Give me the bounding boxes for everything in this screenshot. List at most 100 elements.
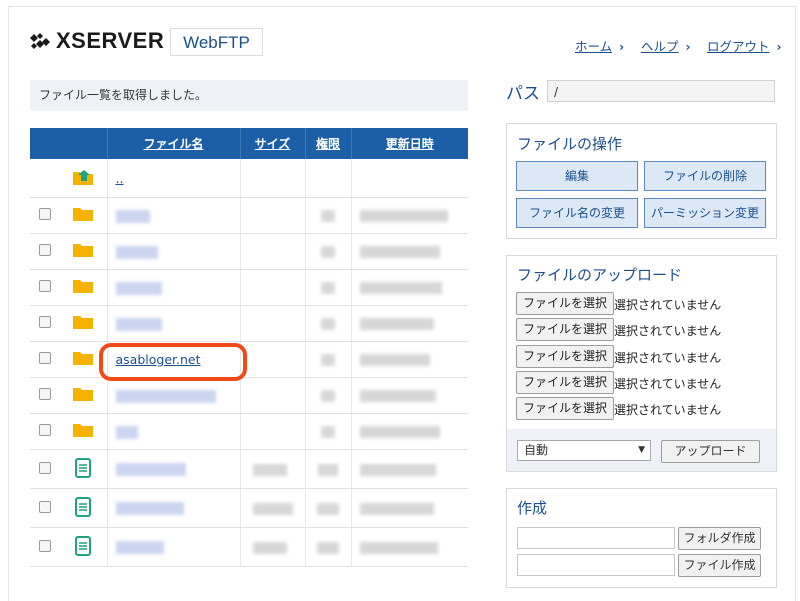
folder-icon <box>60 233 107 270</box>
redacted-filename[interactable] <box>115 317 162 331</box>
no-file-selected-label: 選択されていません <box>614 298 722 312</box>
row-checkbox[interactable] <box>39 208 51 220</box>
redacted-permission <box>321 390 335 402</box>
redacted-size <box>252 541 287 554</box>
xserver-logo-icon <box>29 33 51 51</box>
redacted-filename[interactable] <box>115 463 186 476</box>
nav-logout-link[interactable]: ログアウト › <box>707 36 781 55</box>
document-icon <box>60 449 107 489</box>
file-name-input[interactable] <box>517 554 675 576</box>
choose-file-button[interactable]: ファイルを選択 <box>516 292 615 315</box>
no-file-selected-label: 選択されていません <box>614 324 722 338</box>
redacted-permission <box>321 246 335 258</box>
document-icon <box>60 527 107 567</box>
upload-button[interactable]: アップロード <box>661 440 760 463</box>
product-name: WebFTP <box>170 28 263 56</box>
edit-button[interactable]: 編集 <box>516 161 638 191</box>
col-filename-header[interactable]: ファイル名 <box>106 128 240 159</box>
table-row[interactable] <box>30 233 468 270</box>
transfer-mode-select[interactable]: 自動 ▼ <box>517 440 651 461</box>
file-table: ファイル名 サイズ 権限 更新日時 .. asabloger.net <box>30 128 468 567</box>
redacted-date <box>359 390 436 402</box>
nav-logout-label: ログアウト <box>707 39 770 54</box>
redacted-size <box>252 502 293 515</box>
redacted-filename[interactable] <box>115 502 184 515</box>
nav-home-link[interactable]: ホーム › <box>575 36 624 55</box>
folder-icon <box>60 269 107 306</box>
table-row-parent: .. <box>30 159 468 198</box>
redacted-permission <box>321 318 335 330</box>
nav-home-label: ホーム <box>575 39 613 54</box>
rename-button[interactable]: ファイル名の変更 <box>516 198 638 228</box>
table-row-highlighted[interactable]: asabloger.net <box>30 341 468 378</box>
redacted-permission <box>321 210 335 222</box>
nav-help-link[interactable]: ヘルプ › <box>641 36 690 55</box>
no-file-selected-label: 選択されていません <box>614 351 722 365</box>
folder-icon <box>60 305 107 342</box>
table-row[interactable] <box>30 413 468 450</box>
table-header-row: ファイル名 サイズ 権限 更新日時 <box>30 128 468 159</box>
col-modified-header[interactable]: 更新日時 <box>350 128 468 159</box>
folder-icon <box>60 197 107 234</box>
row-checkbox[interactable] <box>39 280 51 292</box>
redacted-date <box>359 541 438 554</box>
create-folder-button[interactable]: フォルダ作成 <box>678 527 761 550</box>
redacted-date <box>359 246 440 258</box>
redacted-filename[interactable] <box>115 281 162 295</box>
redacted-permission <box>317 502 339 515</box>
status-message: ファイル一覧を取得しました。 <box>30 80 468 111</box>
upload-title: ファイルのアップロード <box>517 266 683 284</box>
create-file-button[interactable]: ファイル作成 <box>678 554 761 577</box>
redacted-date <box>359 354 430 366</box>
row-checkbox[interactable] <box>39 388 51 400</box>
table-row[interactable] <box>30 527 468 567</box>
document-icon <box>60 488 107 528</box>
row-checkbox[interactable] <box>39 539 51 552</box>
delete-file-button[interactable]: ファイルの削除 <box>644 161 766 191</box>
col-permission-header[interactable]: 権限 <box>304 128 351 159</box>
redacted-filename[interactable] <box>115 245 158 259</box>
parent-folder-icon <box>60 159 107 198</box>
table-row[interactable] <box>30 488 468 528</box>
choose-file-button[interactable]: ファイルを選択 <box>516 397 615 420</box>
row-checkbox[interactable] <box>39 500 51 513</box>
table-row[interactable] <box>30 197 468 234</box>
choose-file-button[interactable]: ファイルを選択 <box>516 371 615 394</box>
row-checkbox[interactable] <box>39 424 51 436</box>
redacted-date <box>359 463 436 476</box>
nav-help-label: ヘルプ <box>641 39 679 54</box>
transfer-mode-value: 自動 <box>524 443 549 457</box>
redacted-date <box>359 426 440 438</box>
redacted-permission <box>317 541 339 554</box>
col-icon <box>60 128 107 159</box>
choose-file-button[interactable]: ファイルを選択 <box>516 345 615 368</box>
row-checkbox[interactable] <box>39 244 51 256</box>
folder-name-input[interactable] <box>517 527 675 549</box>
folder-icon <box>60 413 107 450</box>
no-file-selected-label: 選択されていません <box>614 377 722 391</box>
redacted-date <box>359 318 434 330</box>
chevron-right-icon: › <box>685 40 691 54</box>
row-checkbox[interactable] <box>39 316 51 328</box>
redacted-filename[interactable] <box>115 209 150 223</box>
redacted-filename[interactable] <box>115 541 164 554</box>
redacted-size <box>252 463 287 476</box>
row-checkbox[interactable] <box>39 461 51 474</box>
table-row[interactable] <box>30 449 468 489</box>
parent-directory-link[interactable]: .. <box>116 171 124 186</box>
col-size-header[interactable]: サイズ <box>239 128 305 159</box>
create-title: 作成 <box>517 499 548 517</box>
table-row[interactable] <box>30 269 468 306</box>
change-permission-button[interactable]: パーミッション変更 <box>644 198 766 228</box>
table-row[interactable] <box>30 377 468 414</box>
redacted-filename[interactable] <box>115 425 138 439</box>
table-row[interactable] <box>30 305 468 342</box>
redacted-date <box>359 210 448 222</box>
redacted-permission <box>321 282 335 294</box>
redacted-filename[interactable] <box>115 389 216 403</box>
dropdown-arrow-icon: ▼ <box>638 445 645 455</box>
row-checkbox[interactable] <box>39 352 51 364</box>
chevron-right-icon: › <box>776 40 782 54</box>
choose-file-button[interactable]: ファイルを選択 <box>516 318 615 341</box>
path-input[interactable]: / <box>547 80 775 102</box>
